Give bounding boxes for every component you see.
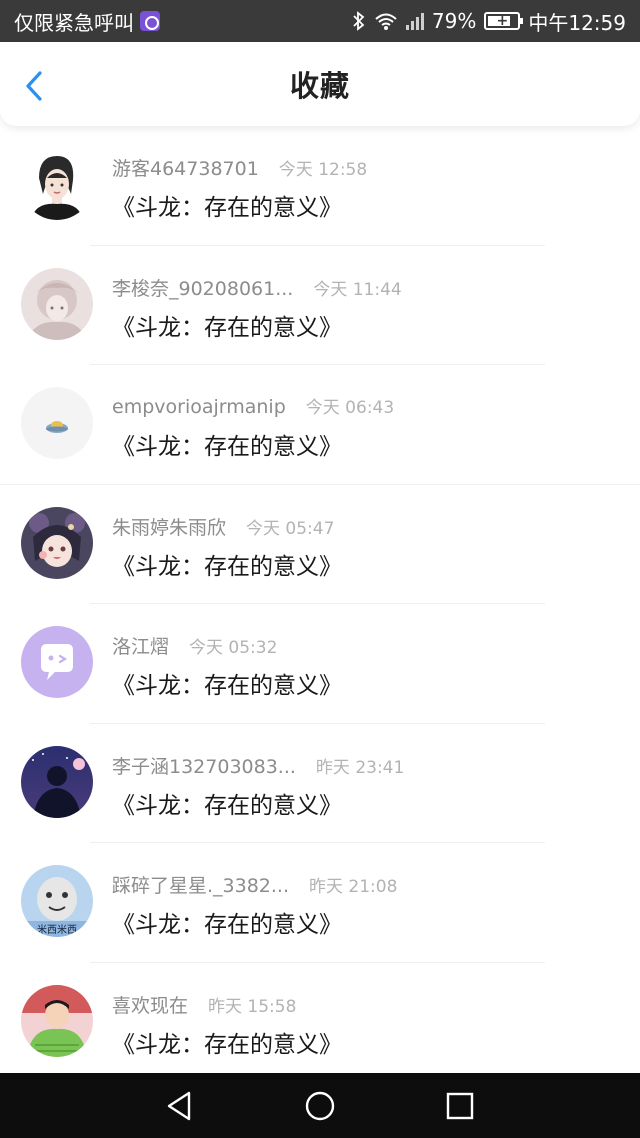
charging-icon: + (496, 13, 509, 29)
item-title[interactable]: 《斗龙：存在的意义》 (112, 308, 342, 342)
item-username: 李梭奈_90208061... (112, 277, 294, 300)
item-username: 喜欢现在 (112, 994, 189, 1017)
avatar[interactable] (21, 148, 93, 220)
avatar[interactable] (21, 626, 93, 698)
status-bar: 仅限紧急呼叫 79% + 中午12:59 (0, 0, 640, 42)
item-time: 今天 11:44 (313, 279, 402, 300)
list-item[interactable]: empvorioajrmanip 今天 06:43 《斗龙：存在的意义》 (0, 365, 640, 485)
avatar[interactable] (21, 984, 93, 1057)
avatar[interactable] (21, 387, 93, 459)
item-time: 昨天 15:58 (208, 996, 297, 1017)
item-title[interactable]: 《斗龙：存在的意义》 (112, 1025, 342, 1059)
avatar[interactable] (21, 745, 93, 818)
item-title[interactable]: 《斗龙：存在的意义》 (112, 547, 342, 581)
item-time: 今天 05:47 (246, 518, 335, 539)
list-item[interactable]: 游客464738701 今天 12:58 《斗龙：存在的意义》 (0, 126, 640, 246)
list-item[interactable]: 洛江熠 今天 05:32 《斗龙：存在的意义》 (0, 604, 640, 724)
battery-icon: + (484, 12, 524, 30)
avatar[interactable]: 米西米西 (21, 865, 93, 937)
item-title[interactable]: 《斗龙：存在的意义》 (112, 666, 342, 700)
list-item[interactable]: 喜欢现在 昨天 15:58 《斗龙：存在的意义》 (0, 963, 640, 1083)
battery-percent: 79% (431, 9, 477, 33)
item-username: 游客464738701 (112, 158, 259, 180)
back-arrow-icon[interactable] (18, 70, 50, 102)
signal-icon (405, 12, 424, 30)
avatar[interactable] (21, 267, 93, 340)
item-time: 昨天 23:41 (315, 757, 405, 778)
header: 收藏 (0, 42, 640, 126)
item-username: 朱雨婷朱雨欣 (112, 516, 227, 539)
item-time: 昨天 21:08 (309, 877, 398, 897)
status-left: 仅限紧急呼叫 (14, 7, 160, 36)
home-circle-icon[interactable] (303, 1089, 337, 1123)
wifi-icon (375, 13, 397, 30)
item-time: 今天 06:43 (305, 398, 395, 418)
item-title[interactable]: 《斗龙：存在的意义》 (112, 905, 342, 939)
item-title[interactable]: 《斗龙：存在的意义》 (112, 188, 342, 222)
list-item[interactable]: 朱雨婷朱雨欣 今天 05:47 《斗龙：存在的意义》 (0, 485, 640, 604)
item-title[interactable]: 《斗龙：存在的意义》 (112, 786, 342, 820)
bluetooth-icon (353, 11, 365, 31)
item-username: 洛江熠 (112, 636, 170, 658)
item-time: 今天 12:58 (278, 160, 368, 180)
favorites-list: 游客464738701 今天 12:58 《斗龙：存在的意义》 李梭奈_9020… (0, 126, 640, 1082)
item-time: 今天 05:32 (189, 638, 278, 658)
recents-square-icon[interactable] (443, 1089, 477, 1123)
back-triangle-icon[interactable] (163, 1089, 197, 1123)
avatar[interactable] (21, 506, 93, 579)
item-username: empvorioajrmanip (112, 396, 286, 418)
status-time: 中午12:59 (528, 10, 626, 35)
list-item[interactable]: 李梭奈_90208061... 今天 11:44 《斗龙：存在的意义》 (0, 246, 640, 365)
status-right: 79% + 中午12:59 (352, 7, 626, 36)
list-item[interactable]: 米西米西 踩碎了星星._3382... 昨天 21:08 《斗龙：存在的意义》 (0, 843, 640, 963)
page-title: 收藏 (289, 69, 350, 103)
item-username: 踩碎了星星._3382... (112, 875, 290, 897)
navigation-bar (0, 1073, 640, 1138)
list-item[interactable]: 李子涵132703083... 昨天 23:41 《斗龙：存在的意义》 (0, 724, 640, 843)
emergency-call-text: 仅限紧急呼叫 (14, 10, 134, 35)
app-notification-icon (140, 11, 160, 31)
item-title[interactable]: 《斗龙：存在的意义》 (112, 427, 342, 461)
item-username: 李子涵132703083... (112, 755, 296, 778)
avatar-caption: 米西米西 (37, 923, 77, 936)
